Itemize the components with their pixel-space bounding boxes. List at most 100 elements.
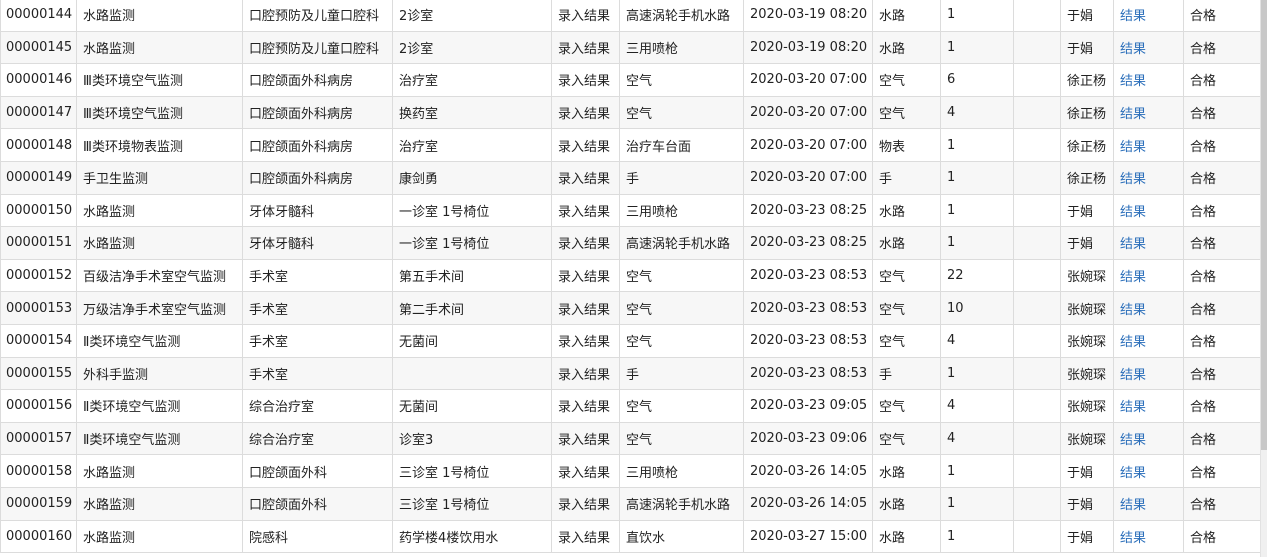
enter-result-cell[interactable]: 录入结果 (551, 291, 620, 325)
enter-result-cell[interactable]: 录入结果 (551, 324, 620, 358)
sample-type-cell: 空气 (872, 422, 941, 456)
sample-type-cell: 空气 (872, 291, 941, 325)
status-cell: 合格 (1183, 63, 1262, 97)
location-cell: 药学楼4楼饮用水 (392, 520, 552, 554)
result-link[interactable]: 结果 (1113, 454, 1184, 488)
record-id-cell: 00000157 (0, 422, 77, 456)
table-row[interactable]: 00000152 百级洁净手术室空气监测 手术室 第五手术间 录入结果 空气 2020-03… (0, 259, 1262, 293)
enter-result-cell[interactable]: 录入结果 (551, 0, 620, 32)
department-cell: 牙体牙髓科 (242, 194, 393, 228)
result-link[interactable]: 结果 (1113, 259, 1184, 293)
sample-object-cell: 空气 (619, 96, 744, 130)
enter-result-cell[interactable]: 录入结果 (551, 357, 620, 391)
monitor-item-cell: 水路监测 (76, 520, 243, 554)
result-link[interactable]: 结果 (1113, 63, 1184, 97)
table-row[interactable]: 00000144 水路监测 口腔预防及儿童口腔科 2诊室 录入结果 高速涡轮手机水路 202… (0, 0, 1262, 32)
record-id-cell: 00000146 (0, 63, 77, 97)
location-cell: 治疗室 (392, 63, 552, 97)
enter-result-cell[interactable]: 录入结果 (551, 128, 620, 162)
result-link[interactable]: 结果 (1113, 291, 1184, 325)
sample-count-cell: 1 (940, 520, 1014, 554)
result-link[interactable]: 结果 (1113, 0, 1184, 32)
enter-result-cell[interactable]: 录入结果 (551, 96, 620, 130)
result-link[interactable]: 结果 (1113, 357, 1184, 391)
table-row[interactable]: 00000154 Ⅱ类环境空气监测 手术室 无菌间 录入结果 空气 2020-03-23 0… (0, 324, 1262, 358)
vertical-scrollbar[interactable] (1260, 0, 1267, 557)
result-link[interactable]: 结果 (1113, 487, 1184, 521)
enter-result-cell[interactable]: 录入结果 (551, 161, 620, 195)
blank-cell (1013, 487, 1061, 521)
blank-cell (1013, 161, 1061, 195)
table-row[interactable]: 00000155 外科手监测 手术室 录入结果手 2020-03-23 08:53 手 1 张… (0, 357, 1262, 391)
sample-type-cell: 手 (872, 161, 941, 195)
sample-time-cell: 2020-03-20 07:00 (743, 63, 873, 97)
department-cell: 综合治疗室 (242, 422, 393, 456)
location-cell: 2诊室 (392, 31, 552, 65)
status-cell: 合格 (1183, 128, 1262, 162)
result-link[interactable]: 结果 (1113, 520, 1184, 554)
sample-time-cell: 2020-03-23 08:25 (743, 226, 873, 260)
monitor-item-cell: Ⅲ类环境空气监测 (76, 63, 243, 97)
sample-count-cell: 6 (940, 63, 1014, 97)
sample-time-cell: 2020-03-20 07:00 (743, 128, 873, 162)
table-row[interactable]: 00000150 水路监测 牙体牙髓科 一诊室 1号椅位 录入结果 三用喷枪 2020-03… (0, 194, 1262, 228)
enter-result-cell[interactable]: 录入结果 (551, 422, 620, 456)
table-row[interactable]: 00000157 Ⅱ类环境空气监测 综合治疗室 诊室3 录入结果 空气 2020-03-23… (0, 422, 1262, 456)
table-row[interactable]: 00000156 Ⅱ类环境空气监测 综合治疗室 无菌间 录入结果 空气 2020-03-23… (0, 389, 1262, 423)
table-row[interactable]: 00000159 水路监测 口腔颌面外科 三诊室 1号椅位 录入结果 高速涡轮手机水路 20… (0, 487, 1262, 521)
table-row[interactable]: 00000151 水路监测 牙体牙髓科 一诊室 1号椅位 录入结果 高速涡轮手机水路 202… (0, 226, 1262, 260)
department-cell: 口腔颌面外科病房 (242, 128, 393, 162)
sample-count-cell: 10 (940, 291, 1014, 325)
department-cell: 院感科 (242, 520, 393, 554)
scrollbar-thumb[interactable] (1261, 0, 1267, 450)
location-cell: 换药室 (392, 96, 552, 130)
table-row[interactable]: 00000145 水路监测 口腔预防及儿童口腔科 2诊室 录入结果 三用喷枪 2020-03… (0, 31, 1262, 65)
status-cell: 合格 (1183, 226, 1262, 260)
result-link[interactable]: 结果 (1113, 389, 1184, 423)
sample-object-cell: 空气 (619, 291, 744, 325)
operator-cell: 于娟 (1060, 487, 1114, 521)
enter-result-cell[interactable]: 录入结果 (551, 194, 620, 228)
location-cell: 无菌间 (392, 389, 552, 423)
result-link[interactable]: 结果 (1113, 96, 1184, 130)
table-row[interactable]: 00000153 万级洁净手术室空气监测 手术室 第二手术间 录入结果 空气 2020-03… (0, 291, 1262, 325)
department-cell: 牙体牙髓科 (242, 226, 393, 260)
result-link[interactable]: 结果 (1113, 161, 1184, 195)
result-link[interactable]: 结果 (1113, 128, 1184, 162)
status-cell: 合格 (1183, 161, 1262, 195)
status-cell: 合格 (1183, 324, 1262, 358)
enter-result-cell[interactable]: 录入结果 (551, 520, 620, 554)
table-row[interactable]: 00000158 水路监测 口腔颌面外科 三诊室 1号椅位 录入结果 三用喷枪 2020-0… (0, 454, 1262, 488)
record-id-cell: 00000150 (0, 194, 77, 228)
sample-count-cell: 1 (940, 487, 1014, 521)
enter-result-cell[interactable]: 录入结果 (551, 226, 620, 260)
monitor-item-cell: 水路监测 (76, 194, 243, 228)
status-cell: 合格 (1183, 487, 1262, 521)
sample-time-cell: 2020-03-19 08:20 (743, 31, 873, 65)
enter-result-cell[interactable]: 录入结果 (551, 63, 620, 97)
table-row[interactable]: 00000160 水路监测 院感科 药学楼4楼饮用水 录入结果 直饮水 2020-03-27… (0, 520, 1262, 554)
table-row[interactable]: 00000149 手卫生监测 口腔颌面外科病房 康剑勇 录入结果手 2020-03-20 … (0, 161, 1262, 195)
sample-object-cell: 直饮水 (619, 520, 744, 554)
sample-count-cell: 1 (940, 194, 1014, 228)
result-link[interactable]: 结果 (1113, 324, 1184, 358)
enter-result-cell[interactable]: 录入结果 (551, 31, 620, 65)
operator-cell: 于娟 (1060, 0, 1114, 32)
status-cell: 合格 (1183, 96, 1262, 130)
table-row[interactable]: 00000147 Ⅲ类环境空气监测 口腔颌面外科病房 换药室 录入结果 空气 2020-03… (0, 96, 1262, 130)
monitor-item-cell: 百级洁净手术室空气监测 (76, 259, 243, 293)
enter-result-cell[interactable]: 录入结果 (551, 487, 620, 521)
result-link[interactable]: 结果 (1113, 226, 1184, 260)
table-row[interactable]: 00000148 Ⅲ类环境物表监测 口腔颌面外科病房 治疗室 录入结果 治疗车台面 2020… (0, 128, 1262, 162)
monitor-item-cell: 水路监测 (76, 31, 243, 65)
enter-result-cell[interactable]: 录入结果 (551, 389, 620, 423)
enter-result-cell[interactable]: 录入结果 (551, 259, 620, 293)
result-link[interactable]: 结果 (1113, 31, 1184, 65)
department-cell: 手术室 (242, 291, 393, 325)
enter-result-cell[interactable]: 录入结果 (551, 454, 620, 488)
status-cell: 合格 (1183, 422, 1262, 456)
table-row[interactable]: 00000146 Ⅲ类环境空气监测 口腔颌面外科病房 治疗室 录入结果 空气 2020-03… (0, 63, 1262, 97)
blank-cell (1013, 0, 1061, 32)
result-link[interactable]: 结果 (1113, 422, 1184, 456)
result-link[interactable]: 结果 (1113, 194, 1184, 228)
